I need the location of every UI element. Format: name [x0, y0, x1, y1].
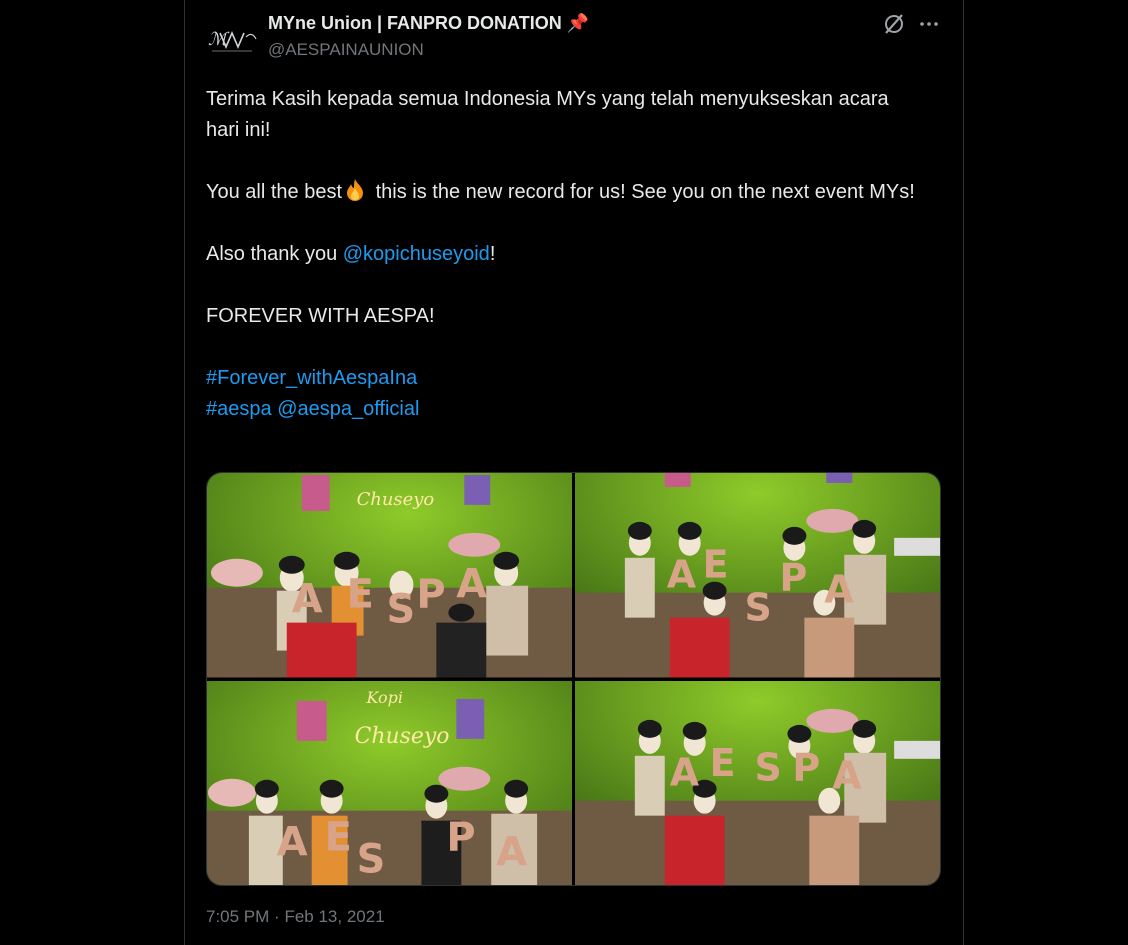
tweet-text: Terima Kasih kepada semua Indonesia MYs … [206, 84, 926, 425]
hashtag-aespa-link[interactable]: #aespa [206, 398, 272, 420]
mention-aespa-official-link[interactable]: @aespa_official [277, 398, 419, 420]
fire-emoji-icon [347, 179, 364, 201]
tweet-timestamp: 7:05 PM · Feb 13, 2021 [206, 907, 385, 927]
photo-4-image: AESPA [575, 680, 940, 885]
neon-sign-1: Chuseyo [357, 489, 435, 510]
svg-text:A: A [824, 568, 854, 612]
svg-text:E: E [703, 543, 729, 587]
tweet-time-link[interactable]: 7:05 PM [206, 907, 269, 926]
svg-text:S: S [755, 745, 782, 789]
tweet-line-thanks-mention: Also thank you @kopichuseyoid! [206, 239, 926, 270]
svg-text:E: E [325, 814, 352, 860]
avatar[interactable]: ℳ [206, 18, 258, 62]
display-name-text: MYne Union | FANPRO DONATION [268, 13, 562, 33]
user-handle[interactable]: @AESPAINAUNION [268, 40, 424, 60]
svg-text:P: P [792, 745, 820, 789]
avatar-logo-icon: ℳ [208, 29, 257, 52]
tweet-line-best-pre: You all the best [206, 181, 343, 203]
balloon-letter-a1: A [292, 577, 323, 623]
photo-3[interactable]: Kopi Chuseyo AESPA [207, 680, 572, 885]
tweet-line-thanks-post: ! [489, 243, 496, 265]
tweet-line-best-post: this is the new record for us! See you o… [370, 181, 915, 203]
tweet-line-thanks-pre: Also thank you [206, 243, 343, 265]
display-name[interactable]: MYne Union | FANPRO DONATION 📌 [268, 13, 589, 34]
photo-2-image: A ESP A [575, 473, 940, 678]
neon-sign-kopi: Kopi [366, 687, 403, 706]
svg-text:A: A [667, 553, 697, 597]
hashtag-forever-link[interactable]: #Forever_withAespaIna [206, 367, 417, 389]
pin-emoji-icon: 📌 [566, 13, 590, 33]
tweet-line-thanks: Terima Kasih kepada semua Indonesia MYs … [206, 88, 889, 141]
photo-2[interactable]: AESPA [575, 473, 940, 678]
tweet-line-hashtag-2: #aespa @aespa_official [206, 394, 926, 425]
tweet-line-best: You all the best this is the new record … [206, 177, 926, 208]
photo-1[interactable]: Chuseyo A E S P A [207, 473, 572, 678]
tweet-line-hashtag-1: #Forever_withAespaIna [206, 363, 926, 394]
svg-text:P: P [779, 556, 807, 600]
photo-1-image: Chuseyo A E S P A [207, 473, 572, 678]
svg-text:A: A [670, 750, 700, 794]
neon-sign-chuseyo: Chuseyo [355, 723, 450, 748]
svg-text:S: S [357, 836, 386, 882]
svg-text:A: A [496, 829, 527, 875]
tweet-date-link[interactable]: Feb 13, 2021 [284, 907, 384, 926]
balloon-letter-p: P [416, 572, 445, 618]
photo-grid: Chuseyo A E S P A A E S P A Kopi Chuseyo… [206, 472, 941, 886]
grok-icon[interactable] [882, 12, 906, 36]
balloon-letter-a2: A [456, 562, 487, 608]
balloon-letter-s: S [387, 587, 416, 633]
svg-text:P: P [446, 814, 475, 860]
svg-text:A: A [832, 753, 862, 797]
photo-3-image: Kopi Chuseyo AESPA [207, 680, 572, 885]
timestamp-separator: · [274, 907, 280, 926]
svg-text:S: S [745, 586, 772, 630]
tweet-line-forever: FOREVER WITH AESPA! [206, 305, 435, 327]
photo-4[interactable]: AESPA [575, 680, 940, 885]
svg-text:E: E [710, 740, 736, 784]
balloon-letter-e: E [347, 572, 374, 618]
mention-kopichuseyoid-link[interactable]: @kopichuseyoid [343, 243, 490, 265]
more-icon[interactable] [917, 12, 941, 36]
svg-text:A: A [277, 819, 308, 865]
